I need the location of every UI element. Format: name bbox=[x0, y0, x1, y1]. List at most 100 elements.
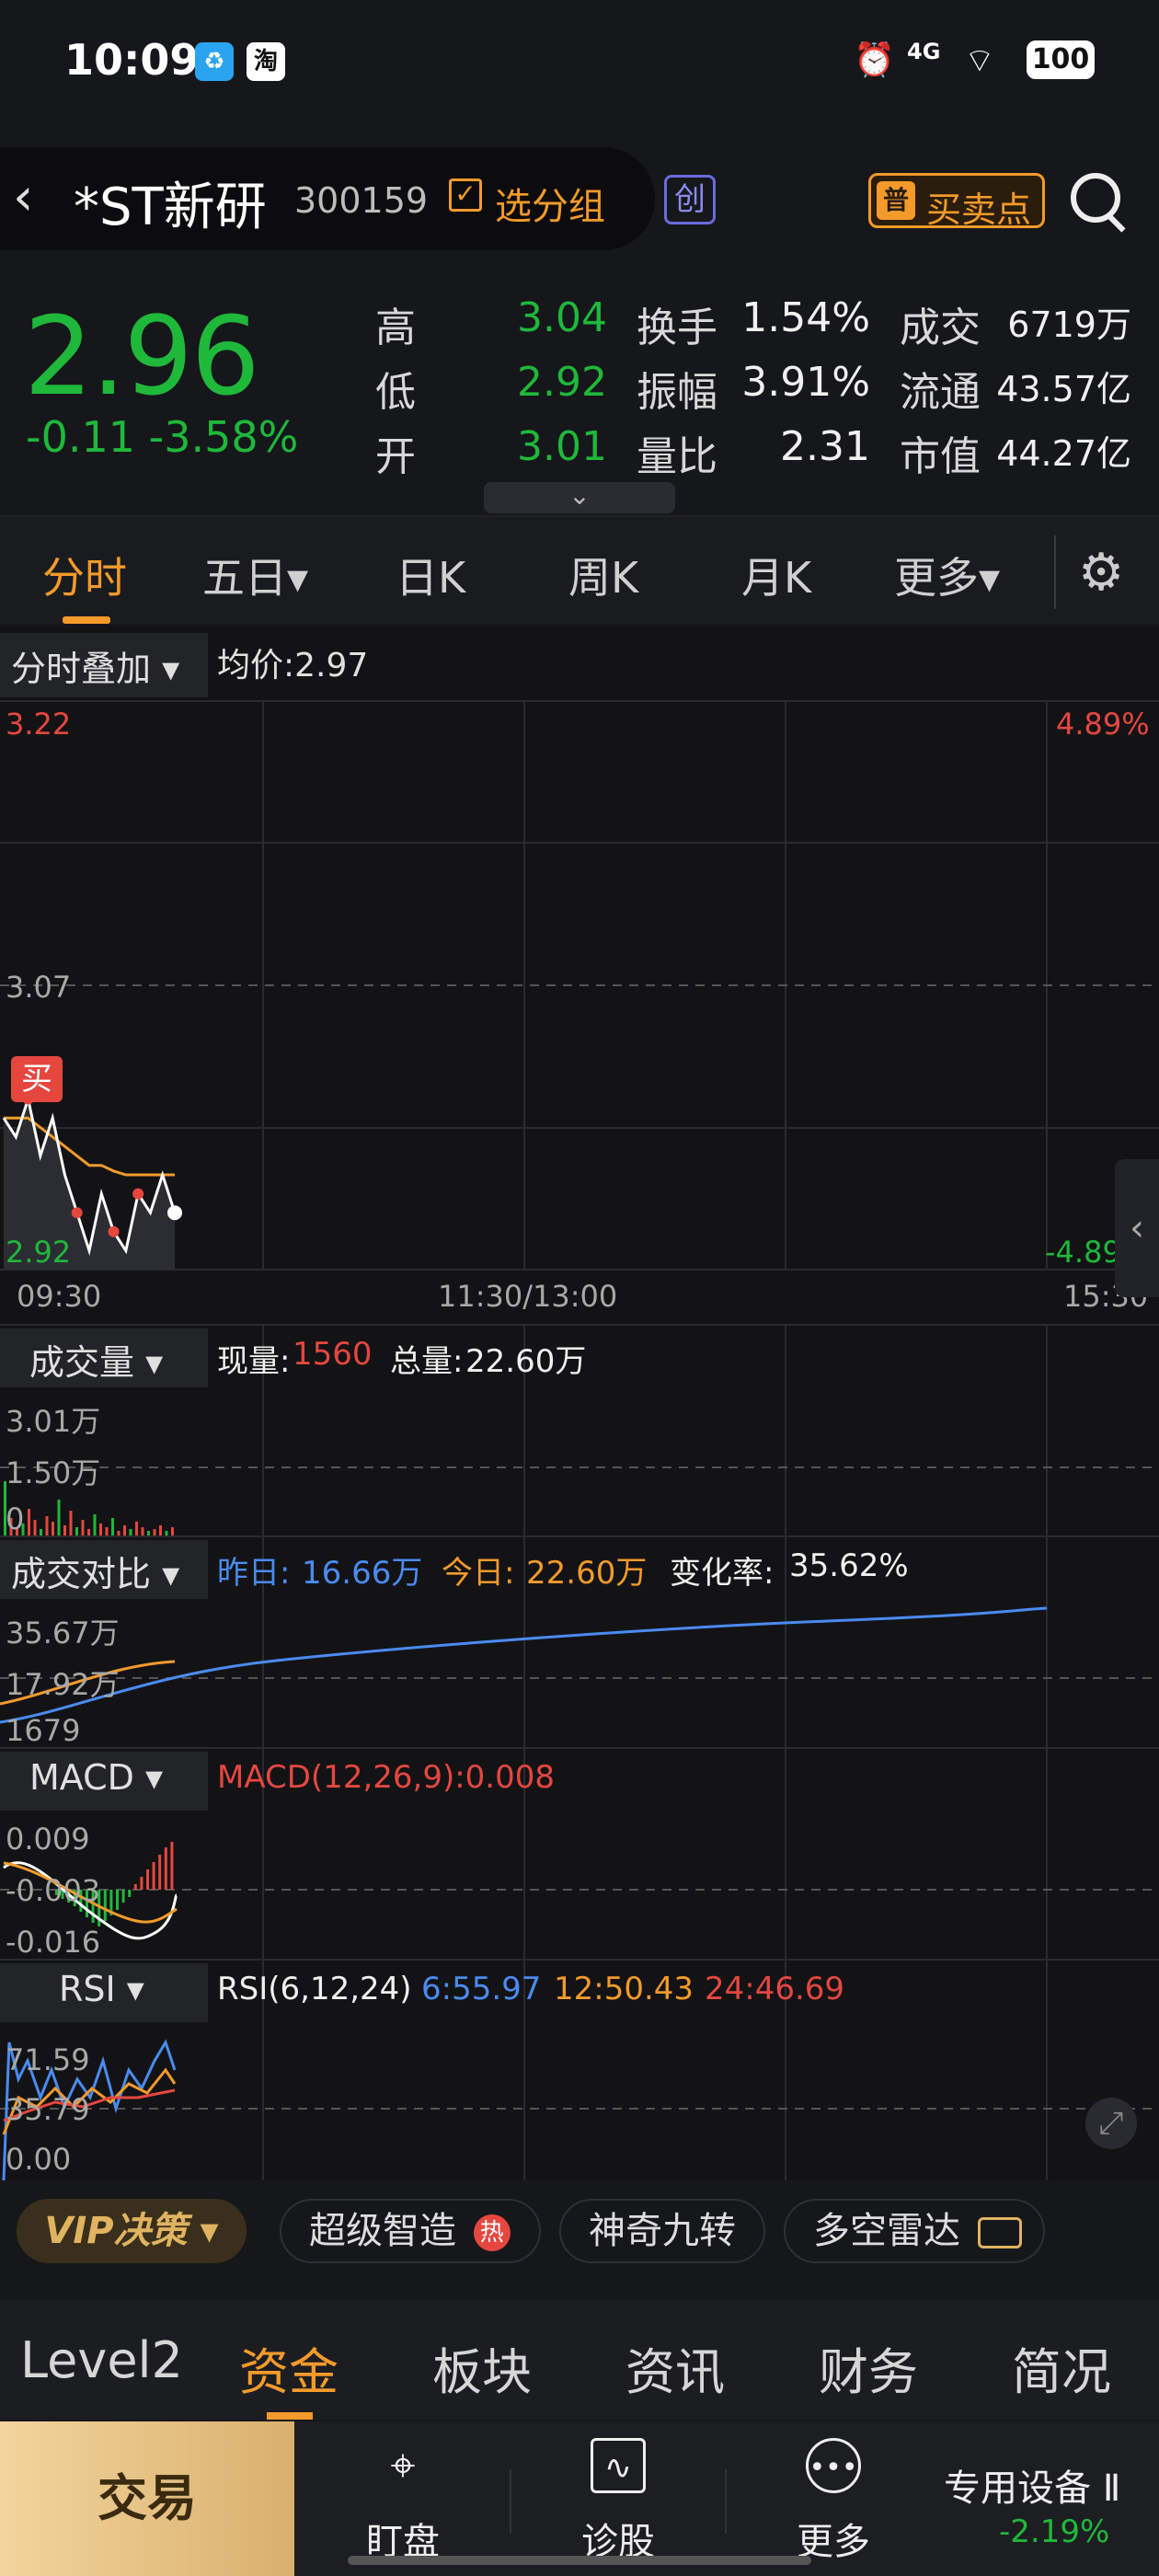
total-volume: 22.60万 bbox=[465, 1343, 587, 1380]
macd-bar bbox=[121, 1890, 125, 1903]
period-tabs: 分时 五日▾ 日K 周K 月K 更多▾ ⚙ bbox=[0, 515, 1159, 624]
yesterday-value: 16.66万 bbox=[302, 1555, 423, 1592]
buy-marker[interactable]: 买 bbox=[11, 1056, 63, 1102]
sector-name[interactable]: 专用设备 Ⅱ bbox=[944, 2458, 1155, 2512]
volume-bar bbox=[99, 1524, 102, 1536]
tab-daily-k[interactable]: 日K bbox=[396, 545, 465, 605]
amplitude-value: 3.91% bbox=[741, 359, 870, 406]
checkbox-icon[interactable]: ✓ bbox=[449, 178, 482, 212]
current-volume-label: 现量: bbox=[217, 1343, 291, 1380]
magic-nine-chip[interactable]: 神奇九转 bbox=[559, 2199, 765, 2263]
rsi-24-value: 24:46.69 bbox=[705, 1971, 845, 2007]
home-indicator[interactable] bbox=[348, 2556, 811, 2565]
y-axis-mid: 3.07 bbox=[6, 970, 72, 1005]
tab-financials[interactable]: 财务 bbox=[819, 2331, 918, 2404]
compare-axis-mid: 17.92万 bbox=[6, 1667, 120, 1702]
volume-bar bbox=[129, 1529, 132, 1536]
macd-axis-min: -0.016 bbox=[6, 1925, 101, 1960]
tab-level2[interactable]: Level2 bbox=[20, 2331, 183, 2389]
today-value: 22.60万 bbox=[526, 1555, 648, 1592]
taobao-icon: 淘 bbox=[247, 42, 285, 81]
alarm-icon: ⏰ bbox=[854, 41, 895, 79]
gear-icon[interactable]: ⚙ bbox=[1078, 543, 1124, 603]
volume-bar bbox=[40, 1529, 42, 1536]
change-rate-label: 变化率: bbox=[670, 1555, 775, 1592]
stock-header: ‹ *ST新研 300159 ✓ 选分组 bbox=[0, 147, 655, 250]
tab-monthly-k[interactable]: 月K bbox=[741, 545, 811, 605]
amount-value: 6719万 bbox=[1007, 305, 1131, 345]
long-short-radar-label: 多空雷达 bbox=[813, 2210, 960, 2252]
macd-dropdown[interactable]: MACD ▾ bbox=[29, 1757, 163, 1798]
time-axis-mid: 11:30/13:00 bbox=[438, 1279, 618, 1314]
super-smart-chip[interactable]: 超级智造 热 bbox=[280, 2199, 541, 2263]
volume-bar bbox=[141, 1527, 144, 1536]
change-rate-value: 35.62% bbox=[789, 1547, 909, 1584]
volume-bar bbox=[93, 1514, 97, 1536]
volume-ratio-label: 量比 bbox=[637, 433, 717, 480]
volume-ratio-value: 2.31 bbox=[780, 423, 870, 470]
radar-icon bbox=[977, 2217, 1022, 2248]
expand-quote-button[interactable]: ⌄ bbox=[484, 482, 675, 513]
signal-dot bbox=[132, 1188, 144, 1200]
volume-bar bbox=[153, 1529, 156, 1536]
buy-sell-point-button[interactable]: 普 买卖点 bbox=[868, 173, 1045, 230]
back-button[interactable]: ‹ bbox=[13, 167, 33, 227]
feature-chips: VIP决策 ▾ 超级智造 热 神奇九转 多空雷达 bbox=[0, 2182, 1159, 2283]
long-short-radar-chip[interactable]: 多空雷达 bbox=[784, 2199, 1045, 2263]
nav-more[interactable]: ••• 更多 bbox=[741, 2421, 925, 2576]
rsi-dropdown[interactable]: RSI ▾ bbox=[59, 1969, 144, 2009]
volume-bar bbox=[45, 1516, 49, 1536]
fullscreen-icon[interactable]: ⤢ bbox=[1085, 2098, 1137, 2149]
status-bar: 10:09 ♻ 淘 ⏰ 4G ⌔ 100 bbox=[0, 0, 1159, 129]
macd-bar bbox=[146, 1869, 149, 1890]
total-volume-label: 总量: bbox=[390, 1343, 464, 1380]
search-icon[interactable] bbox=[1071, 173, 1120, 223]
macd-bar bbox=[152, 1862, 155, 1890]
volume-dropdown[interactable]: 成交量 ▾ bbox=[29, 1334, 163, 1385]
nav-watch[interactable]: ⌖ 盯盘 bbox=[311, 2421, 495, 2576]
volume-bar bbox=[135, 1522, 138, 1536]
tab-weekly-k[interactable]: 周K bbox=[568, 545, 638, 605]
side-panel-handle[interactable]: ‹ bbox=[1115, 1159, 1159, 1297]
turnover-label: 换手 bbox=[637, 305, 717, 351]
vip-decision-chip[interactable]: VIP决策 ▾ bbox=[17, 2199, 247, 2263]
compare-dropdown[interactable]: 成交对比 ▾ bbox=[11, 1546, 179, 1596]
volume-axis-max: 3.01万 bbox=[6, 1404, 101, 1439]
tab-more[interactable]: 更多▾ bbox=[894, 545, 1000, 605]
volume-bar bbox=[81, 1520, 85, 1536]
clock: 10:09 bbox=[64, 35, 200, 85]
signal-dot bbox=[108, 1225, 120, 1237]
volume-axis-mid: 1.50万 bbox=[6, 1455, 101, 1490]
y-axis-min: 2.92 bbox=[6, 1235, 72, 1270]
average-price: 均价:2.97 bbox=[217, 647, 369, 684]
macd-bar bbox=[140, 1877, 143, 1890]
float-cap-label: 流通 bbox=[900, 369, 981, 416]
volume-bar bbox=[52, 1522, 54, 1536]
macd-bar bbox=[103, 1890, 107, 1921]
tab-news[interactable]: 资讯 bbox=[625, 2331, 725, 2404]
tab-funds[interactable]: 资金 bbox=[239, 2331, 339, 2404]
tab-intraday[interactable]: 分时 bbox=[42, 545, 127, 605]
tab-profile[interactable]: 简况 bbox=[1012, 2331, 1111, 2404]
tab-five-day[interactable]: 五日▾ bbox=[202, 545, 308, 605]
macd-bar bbox=[133, 1884, 137, 1890]
current-price: 2.96 bbox=[24, 293, 260, 420]
macd-axis-max: 0.009 bbox=[6, 1822, 90, 1857]
signal-icon: 4G bbox=[907, 39, 941, 64]
macd-axis-mid: -0.003 bbox=[6, 1873, 101, 1908]
overlay-dropdown[interactable]: 分时叠加 ▾ bbox=[11, 640, 179, 691]
float-cap-value: 43.57亿 bbox=[996, 369, 1131, 409]
buy-sell-point-label: 买卖点 bbox=[926, 190, 1032, 230]
trade-button[interactable]: 交易 bbox=[0, 2421, 294, 2576]
tab-sectors[interactable]: 板块 bbox=[432, 2331, 532, 2404]
volume-axis-min: 0 bbox=[6, 1501, 25, 1536]
add-to-group-button[interactable]: 选分组 bbox=[495, 177, 605, 230]
rsi-params: RSI(6,12,24) bbox=[217, 1971, 412, 2007]
nav-diagnose[interactable]: ∿ 诊股 bbox=[526, 2421, 710, 2576]
macd-value: MACD(12,26,9):0.008 bbox=[217, 1759, 556, 1796]
macd-bar bbox=[158, 1855, 162, 1890]
volume-bar bbox=[33, 1520, 37, 1536]
today-label: 今日: bbox=[442, 1555, 515, 1592]
compare-axis-max: 35.67万 bbox=[6, 1616, 120, 1650]
y-axis-max: 3.22 bbox=[6, 707, 72, 742]
